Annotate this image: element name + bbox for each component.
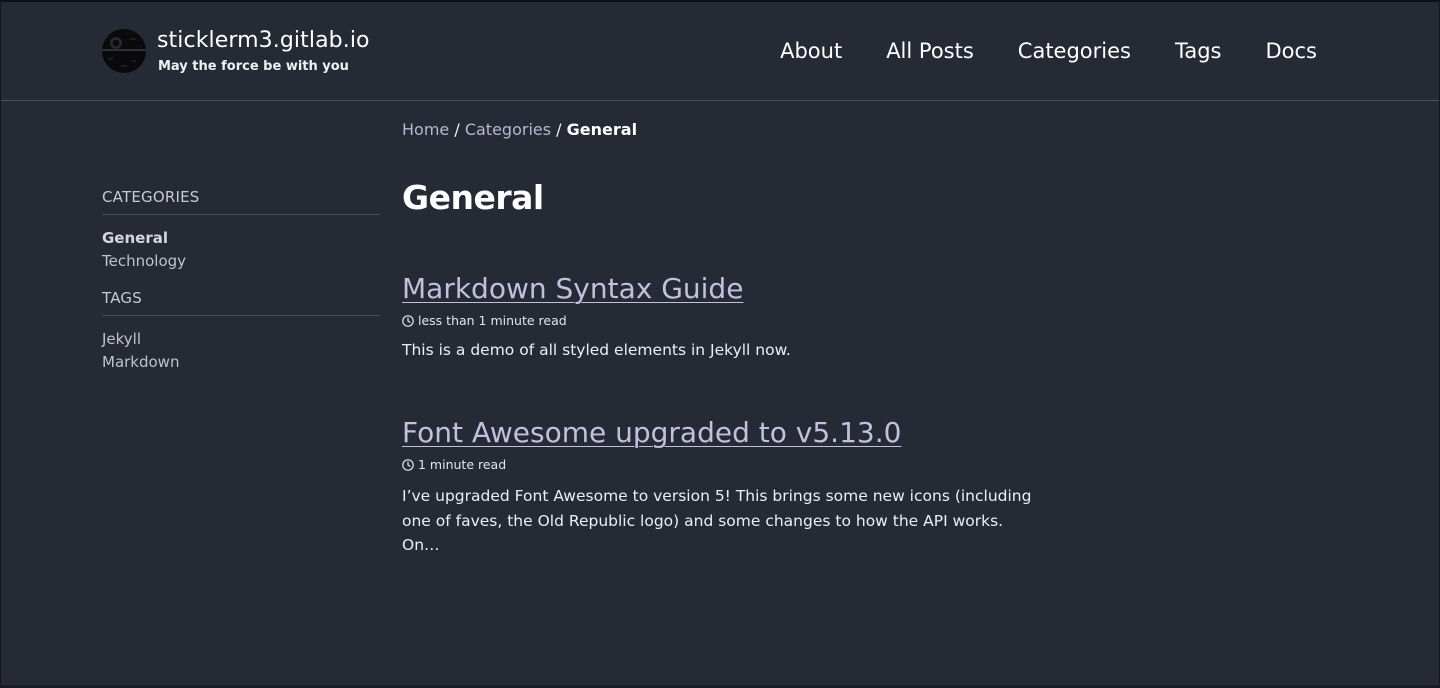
read-time: 1 minute read — [402, 457, 1042, 472]
nav-tags[interactable]: Tags — [1175, 39, 1222, 63]
post-item: Markdown Syntax Guide less than 1 minute… — [402, 272, 1042, 363]
breadcrumb-current: General — [566, 120, 638, 139]
sidebar: CATEGORIES General Technology TAGS Jekyl… — [102, 188, 380, 374]
read-time-text: less than 1 minute read — [418, 313, 567, 328]
read-time-text: 1 minute read — [418, 457, 507, 472]
breadcrumb-categories[interactable]: Categories — [465, 120, 551, 139]
sidebar-item-jekyll[interactable]: Jekyll — [102, 328, 380, 351]
post-title-link[interactable]: Font Awesome upgraded to v5.13.0 — [402, 416, 901, 449]
clock-icon — [402, 314, 414, 327]
clock-icon — [402, 458, 414, 471]
categories-heading: CATEGORIES — [102, 188, 380, 215]
tags-heading: TAGS — [102, 289, 380, 316]
tags-list: Jekyll Markdown — [102, 328, 380, 374]
nav-categories[interactable]: Categories — [1018, 39, 1131, 63]
nav-all-posts[interactable]: All Posts — [886, 39, 974, 63]
breadcrumb-separator: / — [556, 120, 562, 139]
sidebar-item-general[interactable]: General — [102, 227, 380, 250]
post-title-link[interactable]: Markdown Syntax Guide — [402, 272, 743, 305]
nav-about[interactable]: About — [780, 39, 842, 63]
post-excerpt: I’ve upgraded Font Awesome to version 5!… — [402, 487, 1032, 554]
post-item: Font Awesome upgraded to v5.13.0 1 minut… — [402, 416, 1042, 558]
sidebar-item-markdown[interactable]: Markdown — [102, 351, 380, 374]
death-star-icon[interactable] — [102, 29, 146, 73]
post-excerpt: This is a demo of all styled elements in… — [402, 341, 791, 359]
masthead: sticklerm3.gitlab.io May the force be wi… — [1, 2, 1439, 101]
site-title[interactable]: sticklerm3.gitlab.io — [157, 28, 370, 53]
nav-docs[interactable]: Docs — [1265, 39, 1317, 63]
page-title: General — [402, 178, 544, 217]
main-nav: About All Posts Categories Tags Docs — [780, 39, 1317, 63]
breadcrumb: Home / Categories / General — [402, 120, 637, 139]
page: sticklerm3.gitlab.io May the force be wi… — [0, 0, 1440, 688]
sidebar-item-technology[interactable]: Technology — [102, 250, 380, 273]
site-subtitle: May the force be with you — [158, 59, 349, 74]
read-time: less than 1 minute read — [402, 313, 1042, 328]
breadcrumb-home[interactable]: Home — [402, 120, 449, 139]
categories-list: General Technology — [102, 227, 380, 273]
breadcrumb-separator: / — [454, 120, 460, 139]
main-content: General Markdown Syntax Guide less than … — [402, 178, 1042, 554]
